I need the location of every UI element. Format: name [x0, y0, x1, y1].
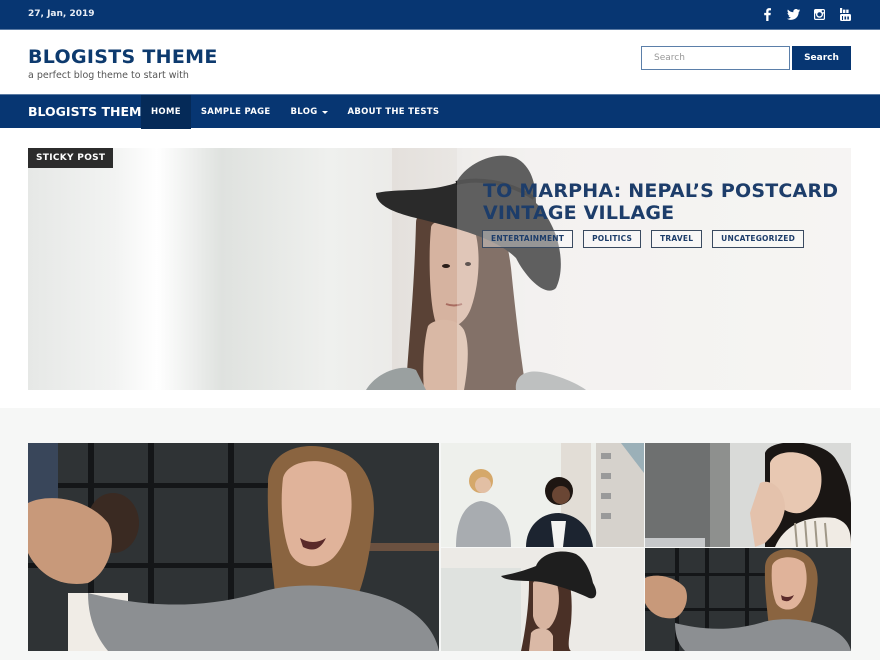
nav-item-label: SAMPLE PAGE [200, 107, 271, 117]
gallery-image-two-women[interactable] [441, 443, 644, 547]
gallery-image-large[interactable] [28, 443, 439, 651]
gallery-image-woman-handshake-small[interactable] [645, 548, 851, 651]
youtube-icon[interactable] [839, 7, 852, 22]
woman-handshake-image [28, 443, 439, 651]
nav-brand[interactable]: BLOGISTS THEME [28, 104, 150, 119]
nav-item-home[interactable]: HOME [141, 95, 191, 129]
category-tag-travel[interactable]: TRAVEL [651, 230, 703, 248]
woman-in-hat-image [441, 548, 644, 651]
nav-item-label: ABOUT THE TESTS [347, 107, 440, 117]
nav-menu: HOME SAMPLE PAGE BLOG ABOUT THE TESTS [141, 95, 449, 129]
social-links [761, 7, 852, 22]
search-button[interactable]: Search [792, 46, 851, 70]
featured-post-categories: ENTERTAINMENT POLITICS TRAVEL UNCATEGORI… [482, 230, 804, 248]
sticky-post-badge: STICKY POST [28, 148, 114, 168]
instagram-icon[interactable] [813, 7, 826, 22]
top-bar: 27, Jan, 2019 [0, 0, 880, 30]
category-tag-uncategorized[interactable]: UNCATEGORIZED [712, 230, 804, 248]
twitter-icon[interactable] [787, 7, 800, 22]
category-tag-entertainment[interactable]: ENTERTAINMENT [482, 230, 574, 248]
caret-down-icon [321, 110, 328, 114]
site-tagline: a perfect blog theme to start with [28, 70, 189, 81]
main-navigation: BLOGISTS THEME HOME SAMPLE PAGE BLOG ABO… [0, 94, 880, 129]
featured-post-title[interactable]: TO MARPHA: NEPAL’S POSTCARD VINTAGE VILL… [483, 180, 843, 224]
woman-handshake-small-image [645, 548, 851, 651]
search-input[interactable] [641, 46, 790, 70]
current-date: 27, Jan, 2019 [28, 9, 95, 19]
category-tag-politics[interactable]: POLITICS [583, 230, 642, 248]
two-women-walking-image [441, 443, 644, 547]
site-header: BLOGISTS THEME a perfect blog theme to s… [0, 30, 880, 94]
nav-item-label: HOME [151, 107, 181, 117]
nav-item-about-the-tests[interactable]: ABOUT THE TESTS [338, 95, 450, 129]
nav-item-label: BLOG [290, 107, 318, 117]
nav-item-sample-page[interactable]: SAMPLE PAGE [191, 95, 281, 129]
woman-thinking-image [645, 443, 851, 547]
nav-item-blog[interactable]: BLOG [281, 95, 338, 129]
site-title[interactable]: BLOGISTS THEME [28, 46, 218, 68]
gallery-image-woman-thinking[interactable] [645, 443, 851, 547]
gallery-image-woman-hat[interactable] [441, 548, 644, 651]
facebook-icon[interactable] [761, 7, 774, 22]
